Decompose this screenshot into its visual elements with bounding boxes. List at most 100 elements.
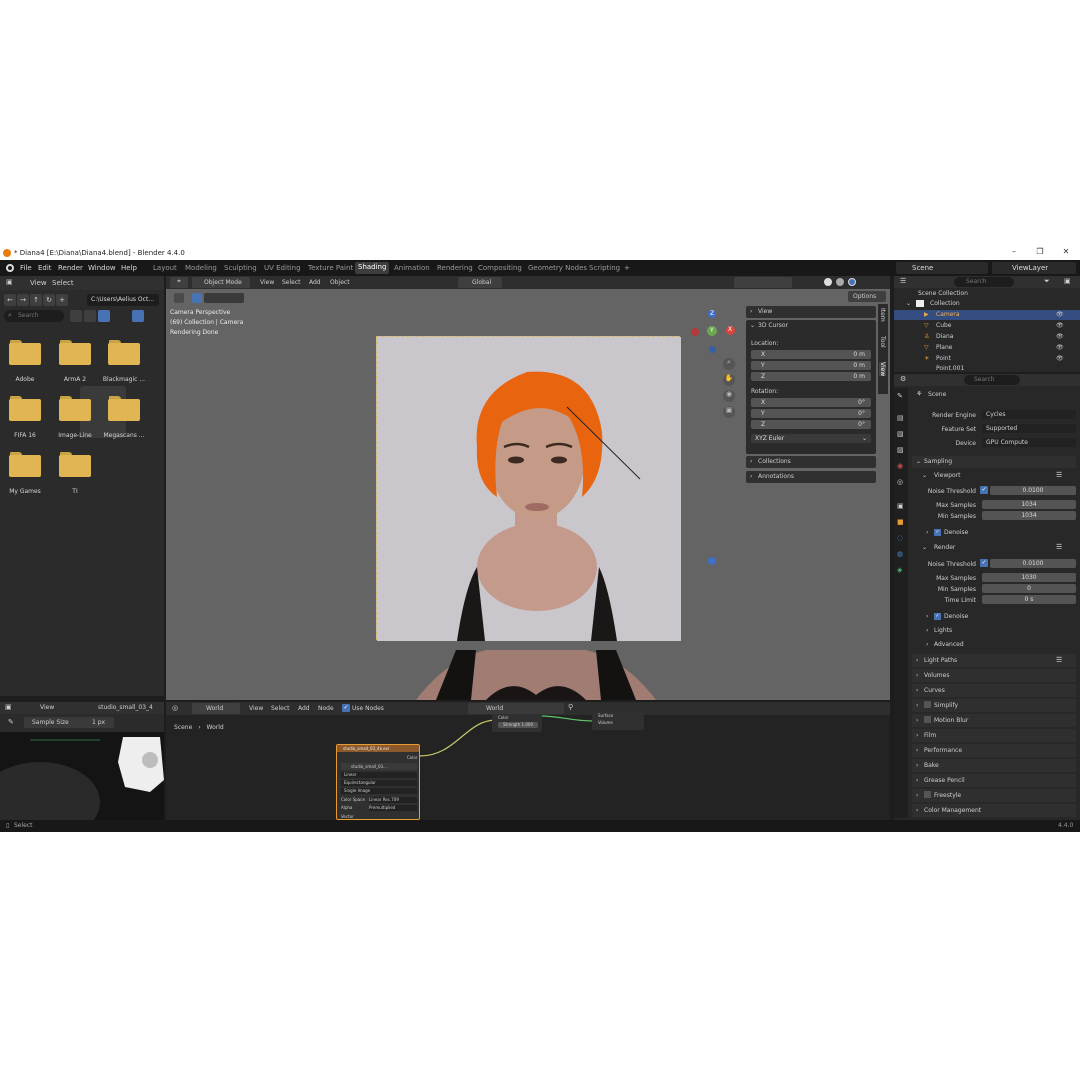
rendered-shading-icon[interactable] [848, 278, 856, 286]
r-max-field[interactable]: 1030 [982, 573, 1076, 582]
columns-view-icon[interactable] [84, 310, 96, 322]
vp-menu-add[interactable]: Add [309, 279, 321, 286]
output-tab-icon[interactable]: ▧ [897, 430, 904, 438]
folder-label[interactable]: Blackmagic ... [99, 376, 149, 383]
tab-texture-paint[interactable]: Texture Paint [308, 264, 353, 272]
gizmo-z-axis[interactable]: Z [708, 310, 716, 318]
node-editor[interactable]: ◎ World View Select Add Node ✓ Use Nodes… [166, 702, 890, 820]
close-icon[interactable]: ✕ [1055, 247, 1077, 259]
tab-geometry-nodes[interactable]: Geometry Nodes [528, 264, 587, 272]
folder-label[interactable]: TI [50, 488, 100, 495]
vp-menu-select[interactable]: Select [282, 279, 301, 286]
transform-orientation[interactable]: Global [458, 277, 502, 288]
panel-annotations[interactable]: › Annotations [746, 471, 876, 483]
environment-texture-node[interactable]: studio_small_03_4k.exr Color studio_smal… [336, 744, 420, 820]
tab-view[interactable]: View [879, 362, 886, 377]
menu-help[interactable]: Help [121, 264, 137, 272]
editor-type-icon[interactable]: ⚙ [900, 375, 906, 383]
env-image-field[interactable]: studio_small_03... [341, 763, 417, 770]
image-name[interactable]: studio_small_03_4 [98, 704, 153, 711]
cursor-rot-x[interactable]: X 0° [751, 398, 871, 407]
new-folder-icon[interactable]: + [56, 294, 68, 306]
refresh-icon[interactable]: ↻ [43, 294, 55, 306]
constraints-tab-icon[interactable]: ◍ [897, 550, 903, 558]
scene-tab-icon[interactable]: ◉ [897, 462, 903, 470]
section-curves[interactable]: › Curves [912, 684, 1076, 697]
strength-field[interactable]: Strength 1.000 [498, 722, 538, 728]
tab-uv-editing[interactable]: UV Editing [264, 264, 301, 272]
visibility-eye-icon[interactable]: 👁 [1056, 333, 1064, 340]
viewport-gizmo-toggles[interactable] [734, 277, 792, 288]
visibility-eye-icon[interactable]: 👁 [1056, 311, 1064, 318]
material-shading-icon[interactable] [836, 278, 844, 286]
section-color-management[interactable]: › Color Management [912, 804, 1076, 817]
env-alpha[interactable]: Alpha Premultiplied [341, 805, 417, 811]
list-view-icon[interactable] [70, 310, 82, 322]
render-tab-icon[interactable]: ▤ [897, 414, 904, 422]
add-workspace-icon[interactable]: + [624, 264, 630, 272]
sample-size-field[interactable]: Sample Size 1 px [24, 717, 114, 728]
folder-icon[interactable] [59, 452, 93, 478]
outliner-row-plane[interactable]: ▽ Plane 👁 [894, 343, 1080, 353]
folder-label[interactable]: ArmA 2 [50, 376, 100, 383]
outliner-row-point[interactable]: ☀ Point 👁 [894, 354, 1080, 364]
section-bake[interactable]: › Bake [912, 759, 1076, 772]
vp-menu-view[interactable]: View [260, 279, 274, 286]
new-collection-icon[interactable]: ▣ [1064, 277, 1071, 285]
rotation-mode-select[interactable]: XYZ Euler ⌄ [751, 434, 871, 443]
scene-selector[interactable]: Scene [896, 262, 988, 274]
r-noise-checkbox[interactable]: ✓ [980, 559, 988, 567]
folder-label[interactable]: My Games [0, 488, 50, 495]
folder-icon[interactable] [59, 396, 93, 422]
cursor-rot-y[interactable]: Y 0° [751, 409, 871, 418]
cursor-rot-z[interactable]: Z 0° [751, 420, 871, 429]
vp-menu-object[interactable]: Object [330, 279, 350, 286]
folder-icon[interactable] [9, 396, 43, 422]
outliner-row-cube[interactable]: ▽ Cube 👁 [894, 321, 1080, 331]
section-performance[interactable]: › Performance [912, 744, 1076, 757]
cursor-loc-z[interactable]: Z0 m [751, 372, 871, 381]
scene-collection[interactable]: Scene Collection [918, 290, 968, 297]
vp-noise-checkbox[interactable]: ✓ [980, 486, 988, 494]
tab-compositing[interactable]: Compositing [478, 264, 522, 272]
panel-collections[interactable]: › Collections [746, 456, 876, 468]
section-freestyle[interactable]: › Freestyle [912, 789, 1076, 802]
vp-denoise-checkbox[interactable]: ✓ [934, 529, 941, 536]
folder-label[interactable]: Adobe [0, 376, 50, 383]
fb-menu-view[interactable]: View [30, 279, 47, 287]
properties-search-input[interactable]: Search [964, 375, 1020, 385]
eyedropper-icon[interactable]: ✎ [8, 718, 14, 726]
list-icon[interactable]: ☰ [1056, 543, 1062, 551]
outliner-row-diana[interactable]: ♙ Diana 👁 [894, 332, 1080, 342]
visibility-eye-icon[interactable]: 👁 [1056, 344, 1064, 351]
section-simplify[interactable]: › Simplify [912, 699, 1076, 712]
forward-icon[interactable]: → [17, 294, 29, 306]
blender-menu-icon[interactable] [6, 264, 14, 272]
section-volumes[interactable]: › Volumes [912, 669, 1076, 682]
env-colorspace[interactable]: Color Space Linear Rec.709 [341, 797, 417, 803]
editor-type-icon[interactable]: ⌖ [170, 277, 188, 288]
tab-animation[interactable]: Animation [394, 264, 430, 272]
folder-icon[interactable] [59, 340, 93, 366]
cursor-title[interactable]: 3D Cursor [758, 322, 788, 329]
parent-dir-icon[interactable]: ↑ [30, 294, 42, 306]
maximize-icon[interactable]: ❐ [1029, 247, 1051, 259]
subsection-render[interactable]: ⌄ Render ☰ [918, 542, 1076, 554]
folder-icon[interactable] [9, 340, 43, 366]
camera-view-icon[interactable]: ◉ [723, 390, 735, 402]
menu-window[interactable]: Window [88, 264, 116, 272]
editor-type-icon[interactable]: ☰ [900, 277, 906, 285]
vp-noise-field[interactable]: 0.0100 [990, 486, 1076, 495]
lock-icon[interactable]: ▣ [723, 406, 735, 418]
physics-tab-icon[interactable]: ◌ [897, 534, 903, 542]
view-layer-tab-icon[interactable]: ▨ [897, 446, 904, 454]
folder-icon[interactable] [9, 452, 43, 478]
data-tab-icon[interactable]: ◈ [897, 566, 902, 574]
r-time-field[interactable]: 0 s [982, 595, 1076, 604]
folder-label[interactable]: Megascans ... [99, 432, 149, 439]
section-sampling[interactable]: ⌄ Sampling [912, 456, 1076, 468]
feature-set-select[interactable]: Supported [982, 424, 1076, 433]
device-select[interactable]: GPU Compute [982, 438, 1076, 447]
subsection-advanced[interactable]: › Advanced [924, 640, 1074, 650]
folder-icon[interactable] [108, 396, 142, 422]
